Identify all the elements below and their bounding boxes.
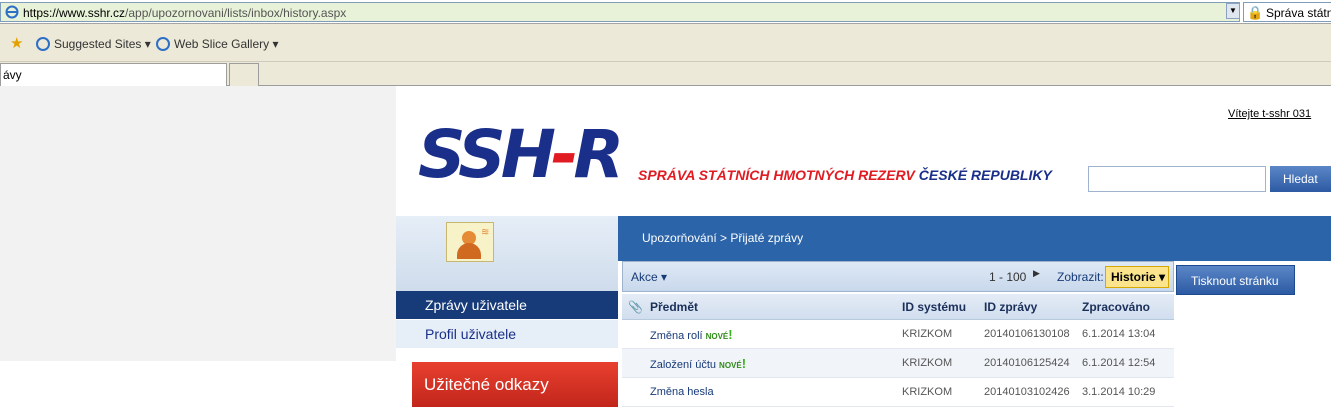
message-subject-link[interactable]: Založení účtu NOVÉ! — [650, 349, 746, 380]
page-range: 1 - 100 — [989, 270, 1027, 284]
useful-links-header[interactable]: Užitečné odkazy — [412, 362, 622, 407]
url-text: https://www.sshr.cz/app/upozornovani/lis… — [23, 6, 347, 20]
new-tab-button[interactable] — [229, 63, 259, 86]
favorites-star-icon[interactable]: ★ — [10, 34, 23, 52]
table-row[interactable]: Změna rolí NOVÉ! KRIZKOM 20140106130108 6… — [622, 320, 1174, 349]
ie-icon — [156, 37, 170, 51]
column-message-id[interactable]: ID zprávy — [984, 294, 1037, 320]
column-processed[interactable]: Zpracováno — [1082, 294, 1150, 320]
processed-date: 6.1.2014 13:04 — [1082, 328, 1156, 340]
new-badge: NOVÉ — [719, 361, 742, 370]
left-blank-area — [0, 86, 396, 361]
user-icon: ≋ — [446, 222, 494, 262]
site: SSH-R SPRÁVA STÁTNÍCH HMOTNÝCH REZERV ČE… — [396, 94, 1331, 413]
favorite-suggested-sites[interactable]: Suggested Sites ▾ — [36, 37, 151, 51]
actions-menu[interactable]: Akce ▾ — [631, 270, 667, 284]
column-system-id[interactable]: ID systému — [902, 294, 966, 320]
column-subject[interactable]: Předmět — [650, 294, 698, 320]
view-label: Zobrazit: — [1057, 270, 1104, 284]
breadcrumb: Upozorňování > Přijaté zprávy — [618, 216, 1331, 261]
sshr-logo[interactable]: SSH-R — [418, 122, 624, 188]
browser-tab[interactable]: ávy — [0, 63, 227, 86]
processed-date: 3.1.2014 10:29 — [1082, 386, 1156, 398]
url-field[interactable]: https://www.sshr.cz/app/upozornovani/lis… — [0, 2, 1240, 22]
system-id: KRIZKOM — [902, 386, 953, 398]
processed-date: 6.1.2014 12:54 — [1082, 357, 1156, 369]
system-id: KRIZKOM — [902, 328, 953, 340]
lock-icon: 🔒 — [1247, 5, 1264, 20]
tab-bar: ávy — [0, 62, 1331, 86]
system-id: KRIZKOM — [902, 357, 953, 369]
search-button[interactable]: Hledat — [1270, 166, 1331, 192]
next-page-icon[interactable]: ▶ — [1033, 268, 1040, 279]
new-badge: NOVÉ — [705, 332, 729, 341]
print-page-button[interactable]: Tisknout stránku — [1176, 265, 1295, 295]
nav-item-user-messages[interactable]: Zprávy uživatele — [396, 291, 618, 319]
main-panel: Upozorňování > Přijaté zprávy Akce ▾ 1 -… — [618, 216, 1331, 413]
page-content: SSH-R SPRÁVA STÁTNÍCH HMOTNÝCH REZERV ČE… — [0, 86, 1331, 413]
message-id: 20140103102426 — [984, 386, 1070, 398]
message-subject-link[interactable]: Změna rolí NOVÉ! — [650, 320, 733, 351]
chevron-down-icon[interactable]: ▼ — [1226, 3, 1240, 19]
address-bar: https://www.sshr.cz/app/upozornovani/lis… — [0, 0, 1331, 24]
message-id: 20140106130108 — [984, 328, 1070, 340]
search-input[interactable] — [1088, 166, 1266, 192]
table-row[interactable]: Založení účtu NOVÉ! KRIZKOM 2014010612542… — [622, 349, 1174, 378]
site-tagline: SPRÁVA STÁTNÍCH HMOTNÝCH REZERV ČESKÉ RE… — [638, 167, 1052, 183]
list-toolbar: Akce ▾ 1 - 100 ▶ Zobrazit: Historie ▾ — [622, 261, 1174, 292]
paperclip-icon: 📎 — [628, 300, 643, 314]
welcome-user-menu[interactable]: Vítejte t-sshr 031 — [1228, 108, 1311, 120]
view-select[interactable]: Historie ▾ — [1105, 266, 1169, 288]
message-id: 20140106125424 — [984, 357, 1070, 369]
favorite-web-slice-gallery[interactable]: Web Slice Gallery ▾ — [156, 37, 279, 51]
table-row[interactable]: Změna hesla KRIZKOM 20140103102426 3.1.2… — [622, 378, 1174, 407]
security-badge[interactable]: 🔒 Správa státní — [1243, 2, 1331, 22]
nav-item-user-profile[interactable]: Profil uživatele — [396, 320, 618, 348]
ie-icon — [36, 37, 50, 51]
table-header: 📎 Předmět ID systému ID zprávy Zpracován… — [622, 294, 1174, 320]
ie-icon — [5, 5, 19, 19]
message-subject-link[interactable]: Změna hesla — [650, 378, 714, 407]
messages-table: 📎 Předmět ID systému ID zprávy Zpracován… — [622, 294, 1174, 413]
favorites-bar: ★ Suggested Sites ▾ Web Slice Gallery ▾ — [0, 24, 1331, 62]
nav-header: ≋ — [396, 216, 618, 291]
exclamation-icon: ! — [728, 327, 733, 342]
exclamation-icon: ! — [741, 356, 747, 371]
left-nav: ≋ Zprávy uživatele Profil uživatele Užit… — [396, 216, 622, 413]
